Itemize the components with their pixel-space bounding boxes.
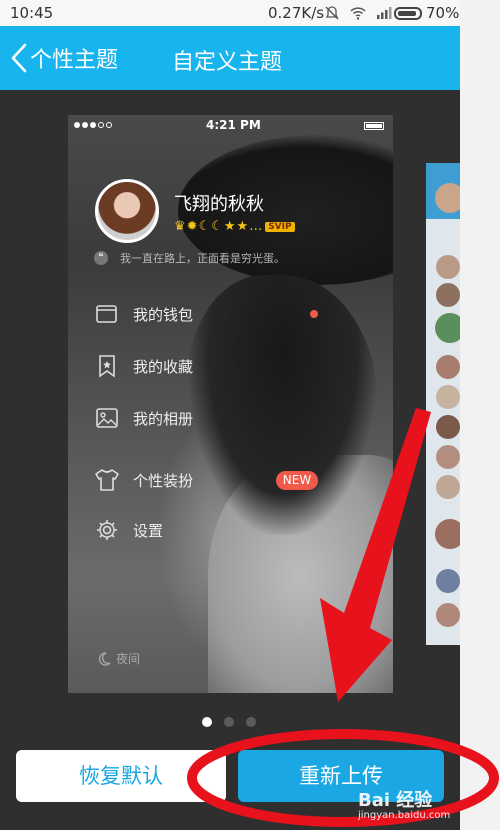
crown-icon: ♛ bbox=[174, 219, 186, 234]
page-dot-active[interactable] bbox=[202, 717, 212, 727]
preview-battery-icon bbox=[364, 122, 384, 130]
sun-icon: ✹ bbox=[186, 219, 198, 234]
notification-dot bbox=[310, 310, 318, 318]
right-edge-strip bbox=[460, 0, 500, 830]
svip-badge: SVIP bbox=[265, 221, 295, 232]
avatar bbox=[436, 569, 460, 593]
new-badge: NEW bbox=[276, 471, 318, 490]
status-time: 10:45 bbox=[10, 4, 54, 22]
menu-item-label: 我的收藏 bbox=[133, 357, 194, 376]
network-speed: 0.27K/s bbox=[268, 4, 325, 22]
moon-icon: ☾ bbox=[211, 219, 223, 234]
avatar bbox=[436, 445, 460, 469]
back-label: 个性主题 bbox=[30, 48, 119, 73]
avatar bbox=[436, 475, 460, 499]
menu-item-settings[interactable]: 设置 bbox=[94, 517, 163, 543]
star-icon: ★ bbox=[236, 219, 249, 234]
chevron-left-icon bbox=[11, 43, 27, 73]
page-dot[interactable] bbox=[224, 717, 234, 727]
watermark: Bai 经验 jingyan.baidu.com bbox=[358, 786, 450, 821]
mute-icon bbox=[325, 6, 339, 20]
level-badges: ♛ ✹ ☾ ☾ ★ ★ … SVIP bbox=[174, 219, 295, 234]
signature: ❝ 我一直在路上，正面看是穷光蛋。 bbox=[94, 250, 285, 266]
avatar bbox=[435, 519, 460, 549]
wallet-icon bbox=[94, 301, 120, 327]
watermark-url: jingyan.baidu.com bbox=[358, 810, 451, 821]
ellipsis: … bbox=[249, 219, 263, 234]
avatar bbox=[435, 183, 460, 213]
menu-item-label: 我的相册 bbox=[133, 409, 194, 428]
photo-icon bbox=[94, 405, 120, 431]
star-icon: ★ bbox=[223, 219, 236, 234]
avatar bbox=[436, 355, 460, 379]
moon-icon bbox=[98, 651, 111, 666]
battery-percent: 70% bbox=[426, 4, 460, 22]
menu-item-label: 我的钱包 bbox=[133, 305, 194, 324]
menu-item-dressup[interactable]: 个性装扮 bbox=[94, 467, 193, 493]
battery-icon bbox=[394, 7, 422, 20]
menu-item-favorites[interactable]: 我的收藏 bbox=[94, 353, 193, 379]
avatar bbox=[435, 313, 460, 343]
menu-item-label: 个性装扮 bbox=[133, 471, 194, 490]
menu-item-label: 设置 bbox=[133, 521, 164, 540]
page-indicator bbox=[202, 717, 256, 727]
avatar bbox=[436, 415, 460, 439]
preview-signal-dots bbox=[74, 122, 112, 128]
next-theme-preview[interactable] bbox=[426, 163, 460, 645]
signal-icon bbox=[377, 7, 392, 19]
screen: 10:45 0.27K/s 70% 个性主题 自定义主题 4:21 PM 飞翔的… bbox=[0, 0, 500, 830]
moon-icon: ☾ bbox=[198, 219, 211, 234]
signature-text: 我一直在路上，正面看是穷光蛋。 bbox=[120, 252, 285, 265]
menu-item-album[interactable]: 我的相册 bbox=[94, 405, 193, 431]
restore-default-button[interactable]: 恢复默认 bbox=[16, 750, 226, 802]
page-title: 自定义主题 bbox=[172, 50, 283, 75]
background-photo-hair bbox=[188, 275, 378, 535]
title-bar: 个性主题 自定义主题 bbox=[0, 26, 460, 90]
avatar bbox=[436, 603, 460, 627]
watermark-brand: Bai 经验 bbox=[358, 790, 433, 811]
preview-status-bar: 4:21 PM bbox=[68, 115, 393, 137]
preview-time: 4:21 PM bbox=[206, 118, 261, 132]
username: 飞翔的秋秋 bbox=[174, 194, 264, 215]
avatar bbox=[436, 255, 460, 279]
night-mode-toggle[interactable]: 夜间 bbox=[96, 650, 140, 667]
avatar bbox=[95, 179, 159, 243]
shirt-icon bbox=[94, 467, 120, 493]
back-button[interactable]: 个性主题 bbox=[10, 42, 118, 74]
avatar bbox=[436, 385, 460, 409]
night-mode-label: 夜间 bbox=[116, 652, 141, 666]
quote-icon: ❝ bbox=[94, 251, 108, 265]
status-icons bbox=[324, 5, 392, 21]
page-dot[interactable] bbox=[246, 717, 256, 727]
theme-preview-card[interactable]: 4:21 PM 飞翔的秋秋 ♛ ✹ ☾ ☾ ★ ★ … SVIP ❝ 我一直在路… bbox=[68, 115, 393, 693]
wifi-icon bbox=[350, 7, 366, 20]
avatar bbox=[436, 283, 460, 307]
gear-icon bbox=[94, 517, 120, 543]
status-bar: 10:45 0.27K/s 70% bbox=[0, 0, 460, 26]
menu-item-wallet[interactable]: 我的钱包 bbox=[94, 301, 193, 327]
bookmark-icon bbox=[94, 353, 120, 379]
